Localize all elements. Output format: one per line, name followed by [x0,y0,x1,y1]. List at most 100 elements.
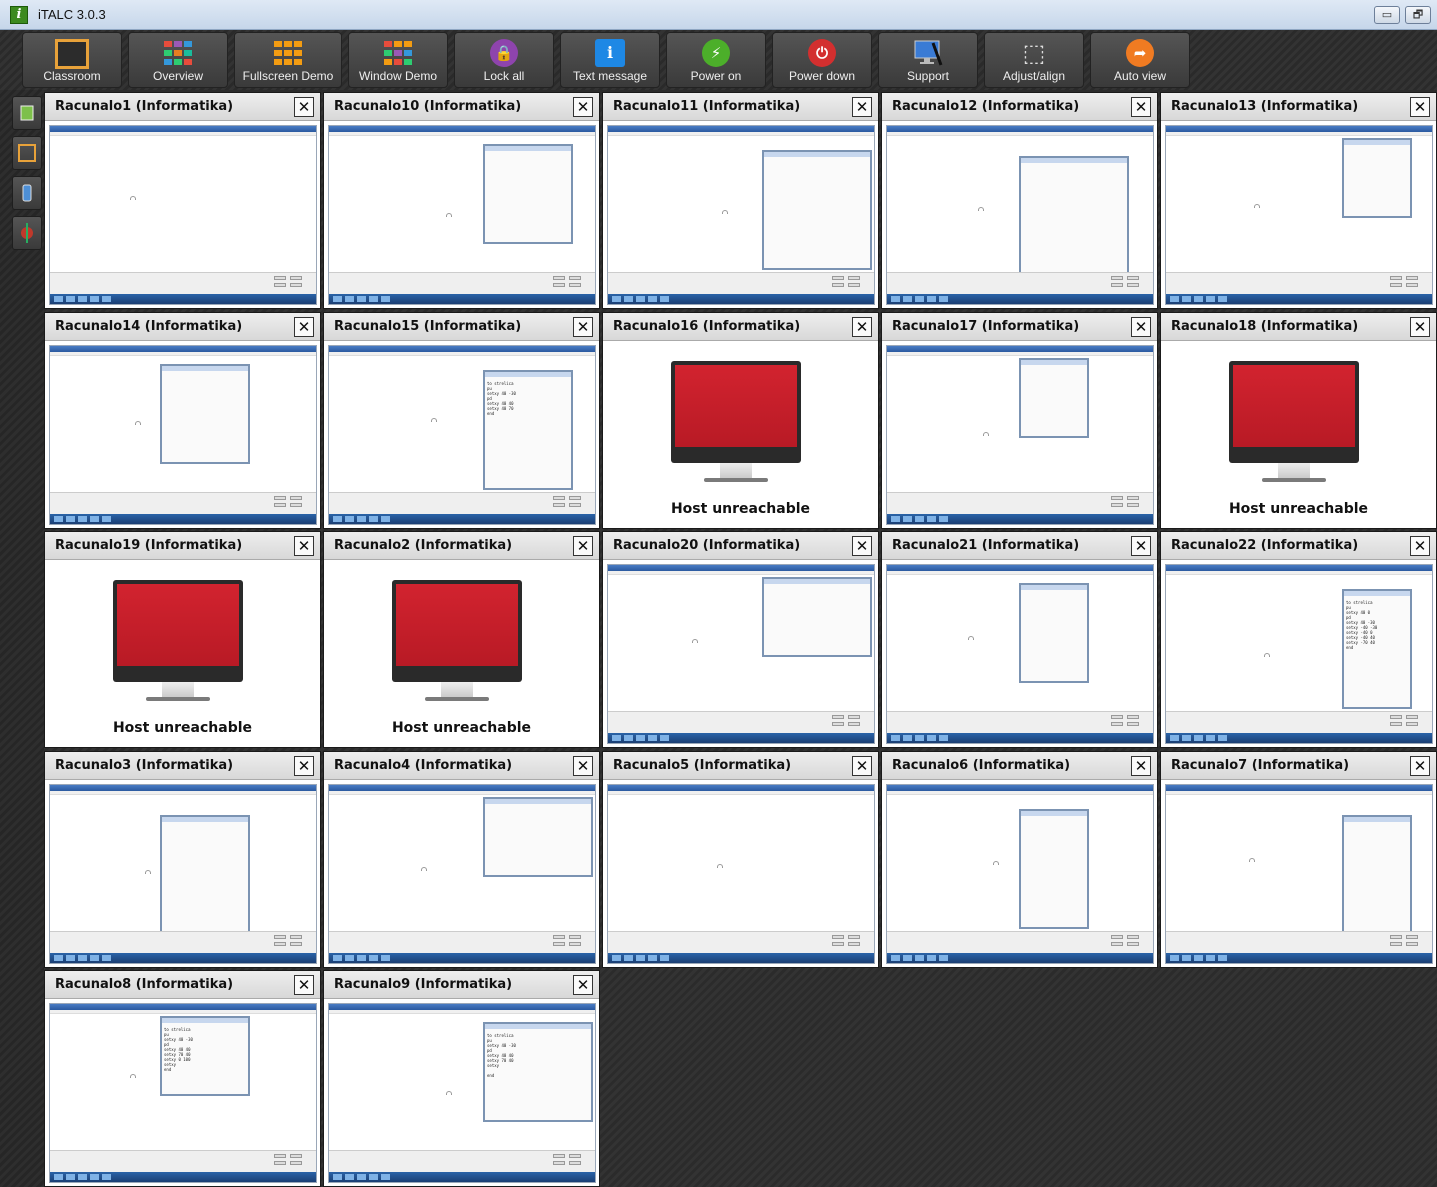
computer-tile[interactable]: Racunalo2 (Informatika) ✕ Host unreachable [323,531,600,748]
host-unreachable-view: Host unreachable [1161,341,1436,528]
computer-tile[interactable]: Racunalo20 (Informatika) ✕ [602,531,879,748]
logo-code: to strelica pu setxy 40 -30 pd setxy 40 … [487,1033,516,1078]
network-panel-button[interactable] [12,216,42,250]
window-demo-button[interactable]: Window Demo [348,32,448,88]
screen-thumbnail[interactable] [607,125,875,305]
computer-tile[interactable]: Racunalo7 (Informatika) ✕ [1160,751,1437,968]
classroom-panel-button[interactable] [12,136,42,170]
screen-thumbnail[interactable] [49,125,317,305]
device-panel-button[interactable] [12,176,42,210]
logo-editor-window: to strelica pu setxy 40 0 pd setxy 40 -3… [1342,589,1412,709]
computer-tile[interactable]: Racunalo12 (Informatika) ✕ [881,92,1158,309]
close-icon[interactable]: ✕ [852,756,872,776]
close-icon[interactable]: ✕ [1131,97,1151,117]
power-down-button[interactable]: ⏻ Power down [772,32,872,88]
close-icon[interactable]: ✕ [1410,536,1430,556]
screen-thumbnail[interactable] [328,125,596,305]
screen-thumbnail[interactable]: to strelica pu setxy 40 -30 pd setxy 40 … [328,1003,596,1183]
close-icon[interactable]: ✕ [1410,756,1430,776]
computer-tile[interactable]: Racunalo10 (Informatika) ✕ [323,92,600,309]
close-icon[interactable]: ✕ [294,756,314,776]
computer-tile[interactable]: Racunalo21 (Informatika) ✕ [881,531,1158,748]
logo-editor-window [483,797,593,877]
screen-thumbnail[interactable] [886,125,1154,305]
computer-tile[interactable]: Racunalo8 (Informatika) ✕ to strelica pu s… [44,970,321,1187]
close-icon[interactable]: ✕ [1131,317,1151,337]
computer-tile[interactable]: Racunalo17 (Informatika) ✕ [881,312,1158,529]
computer-tile[interactable]: Racunalo18 (Informatika) ✕ Host unreachabl… [1160,312,1437,529]
computer-tile-header: Racunalo14 (Informatika) ✕ [45,313,320,341]
close-icon[interactable]: ✕ [573,536,593,556]
close-icon[interactable]: ✕ [573,97,593,117]
screen-thumbnail[interactable] [607,564,875,744]
host-unreachable-label: Host unreachable [670,501,811,517]
screen-thumbnail[interactable]: to strelica pu setxy 40 0 pd setxy 40 -3… [1165,564,1433,744]
logo-code: to strelica pu setxy 40 0 pd setxy 40 -3… [1346,600,1378,650]
computer-tile-header: Racunalo3 (Informatika) ✕ [45,752,320,780]
screen-thumbnail[interactable]: to strelica pu setxy 40 -30 pd setxy 40 … [49,1003,317,1183]
computer-tile[interactable]: Racunalo19 (Informatika) ✕ Host unreachabl… [44,531,321,748]
computer-tile[interactable]: Racunalo22 (Informatika) ✕ to strelica pu … [1160,531,1437,748]
close-icon[interactable]: ✕ [1131,756,1151,776]
close-icon[interactable]: ✕ [294,97,314,117]
screen-thumbnail[interactable] [886,564,1154,744]
text-message-button[interactable]: i Text message [560,32,660,88]
power-on-icon: ⚡ [702,39,730,67]
close-icon[interactable]: ✕ [573,317,593,337]
screen-thumbnail[interactable] [328,784,596,964]
turtle-icon [130,1074,136,1078]
host-unreachable-label: Host unreachable [1228,501,1369,517]
close-icon[interactable]: ✕ [573,975,593,995]
close-icon[interactable]: ✕ [852,317,872,337]
classroom-button[interactable]: Classroom [22,32,122,88]
computer-tile[interactable]: Racunalo9 (Informatika) ✕ to strelica pu s… [323,970,600,1187]
close-icon[interactable]: ✕ [852,536,872,556]
computer-tile[interactable]: Racunalo13 (Informatika) ✕ [1160,92,1437,309]
host-unreachable-view: Host unreachable [603,341,878,528]
lock-all-button[interactable]: 🔒 Lock all [454,32,554,88]
classroom-label: Classroom [43,69,101,83]
close-icon[interactable]: ✕ [1410,97,1430,117]
computer-tile[interactable]: Racunalo6 (Informatika) ✕ [881,751,1158,968]
computer-tile[interactable]: Racunalo5 (Informatika) ✕ [602,751,879,968]
screen-thumbnail[interactable]: to strelica pu setxy 40 -30 pd setxy 40 … [328,345,596,525]
support-button[interactable]: Support [878,32,978,88]
adjust-align-button[interactable]: ⬚ Adjust/align [984,32,1084,88]
computer-name: Racunalo12 (Informatika) [892,99,1080,114]
computer-tile[interactable]: Racunalo16 (Informatika) ✕ Host unreachabl… [602,312,879,529]
minimize-button[interactable]: ▭ [1374,6,1400,24]
screen-thumbnail[interactable] [886,345,1154,525]
close-icon[interactable]: ✕ [1131,536,1151,556]
monitor-stand [720,463,752,479]
computer-tile[interactable]: Racunalo1 (Informatika) ✕ [44,92,321,309]
computer-tile[interactable]: Racunalo14 (Informatika) ✕ [44,312,321,529]
close-icon[interactable]: ✕ [294,975,314,995]
computer-tile[interactable]: Racunalo3 (Informatika) ✕ [44,751,321,968]
auto-view-button[interactable]: ➦ Auto view [1090,32,1190,88]
computer-name: Racunalo16 (Informatika) [613,319,801,334]
screen-thumbnail[interactable] [1165,784,1433,964]
screen-thumbnail[interactable] [1165,125,1433,305]
close-icon[interactable]: ✕ [852,97,872,117]
screen-thumbnail[interactable] [49,345,317,525]
overview-button[interactable]: Overview [128,32,228,88]
close-icon[interactable]: ✕ [294,317,314,337]
computer-name: Racunalo14 (Informatika) [55,319,243,334]
close-icon[interactable]: ✕ [1410,317,1430,337]
close-icon[interactable]: ✕ [573,756,593,776]
computer-tile[interactable]: Racunalo4 (Informatika) ✕ [323,751,600,968]
monitor-stand [441,682,473,698]
close-icon[interactable]: ✕ [294,536,314,556]
restore-button[interactable]: 🗗 [1405,6,1431,24]
screen-thumbnail[interactable] [49,784,317,964]
monitor-base [425,697,489,701]
adjust-align-icon: ⬚ [1022,39,1046,67]
fullscreen-demo-button[interactable]: Fullscreen Demo [234,32,342,88]
computer-tile[interactable]: Racunalo11 (Informatika) ✕ [602,92,879,309]
text-message-icon: i [595,39,625,67]
power-on-button[interactable]: ⚡ Power on [666,32,766,88]
screen-thumbnail[interactable] [607,784,875,964]
screen-thumbnail[interactable] [886,784,1154,964]
computer-tile[interactable]: Racunalo15 (Informatika) ✕ to strelica pu … [323,312,600,529]
computer-list-button[interactable] [12,96,42,130]
